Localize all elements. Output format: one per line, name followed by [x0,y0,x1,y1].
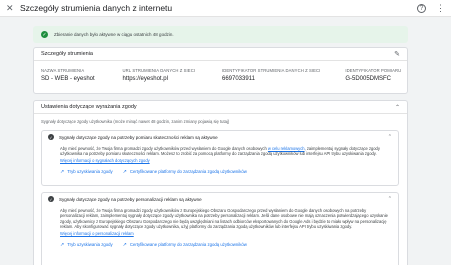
cmp-partners-link[interactable]: ↗ Certyfikowane platformy do zarządzania … [123,242,247,248]
consent-section-description: Aby mieć pewność, że Twoja firma gromadz… [60,146,380,157]
consent-intro: Sygnały dotyczące zgody użytkownika (moż… [41,119,230,124]
check-circle-icon: ✓ [48,196,54,202]
stream-url-field: URL STRUMIENIA DANYCH Z SIECI https://ey… [123,68,222,82]
cmp-partners-link[interactable]: ↗ Certyfikowane platformy do zarządzania … [123,169,247,175]
stream-details-card: Szczegóły strumienia ✎ NAZWA STRUMIENIA … [33,47,408,94]
consent-section-ad-personalization: ✓ Sygnały dotyczące zgody na potrzeby pe… [41,192,399,265]
consent-section-ad-measurement: ✓ Sygnały dotyczące zgody na potrzeby po… [41,130,399,186]
consent-section-title: Sygnały dotyczące zgody na potrzeby pomi… [59,134,218,140]
stream-name-field: NAZWA STRUMIENIA SD - WEB - eyeshot [41,68,123,82]
stream-name-label: NAZWA STRUMIENIA [41,68,85,73]
consent-section-description: Aby mieć pewność, że Twoja firma gromadz… [60,208,388,230]
page-title: Szczegóły strumienia danych z internetu [20,3,173,13]
consent-section-title: Sygnały dotyczące zgody na potrzeby pers… [59,196,202,202]
chevron-up-icon[interactable]: ⌃ [388,134,392,140]
measurement-id-value[interactable]: G-5D005DMSFC [345,76,407,82]
measurement-id-label: IDENTYFIKATOR POMIARU [345,68,402,73]
close-icon[interactable]: ✕ [6,3,16,14]
consent-settings-card: Ustawienia dotyczące wyrażania zgody ⌃ S… [33,100,408,265]
status-banner: ✓ Zbieranie danych było aktywne w ciągu … [33,26,408,43]
stream-url-value: https://eyeshot.pl [122,76,168,82]
open-in-new-icon: ↗ [60,241,65,248]
stream-id-field: IDENTYFIKATOR STRUMIENIA DANYCH Z SIECI … [222,68,345,82]
edit-icon[interactable]: ✎ [394,50,400,58]
measurement-id-field: IDENTYFIKATOR POMIARU G-5D005DMSFC [345,68,407,82]
open-in-new-icon: ↗ [122,168,127,175]
check-circle-icon: ✓ [41,31,48,38]
stream-name-value: SD - WEB - eyeshot [41,76,95,82]
status-banner-text: Zbieranie danych było aktywne w ciągu os… [54,32,174,37]
consent-mode-link[interactable]: ↗ Tryb uzyskiwania zgody [60,242,113,248]
consent-settings-title: Ustawienia dotyczące wyrażania zgody [41,104,137,110]
stream-id-value: 6697033911 [222,76,255,82]
help-icon[interactable]: ? [417,3,426,13]
chevron-up-icon[interactable]: ⌃ [395,104,400,111]
open-in-new-icon: ↗ [60,168,65,175]
stream-id-label: IDENTYFIKATOR STRUMIENIA DANYCH Z SIECI [222,68,321,73]
ad-purposes-link[interactable]: w celu reklamowych [268,146,305,151]
stream-details-title: Szczegóły strumienia [41,51,93,57]
more-vert-icon[interactable]: ⋮ [436,3,445,14]
top-bar: ✕ Szczegóły strumienia danych z internet… [0,0,451,17]
open-in-new-icon: ↗ [122,241,127,248]
consent-mode-link[interactable]: ↗ Tryb uzyskiwania zgody [60,169,113,175]
check-circle-icon: ✓ [48,134,54,140]
stream-url-label: URL STRUMIENIA DANYCH Z SIECI [122,68,196,73]
chevron-up-icon[interactable]: ⌃ [388,196,392,202]
